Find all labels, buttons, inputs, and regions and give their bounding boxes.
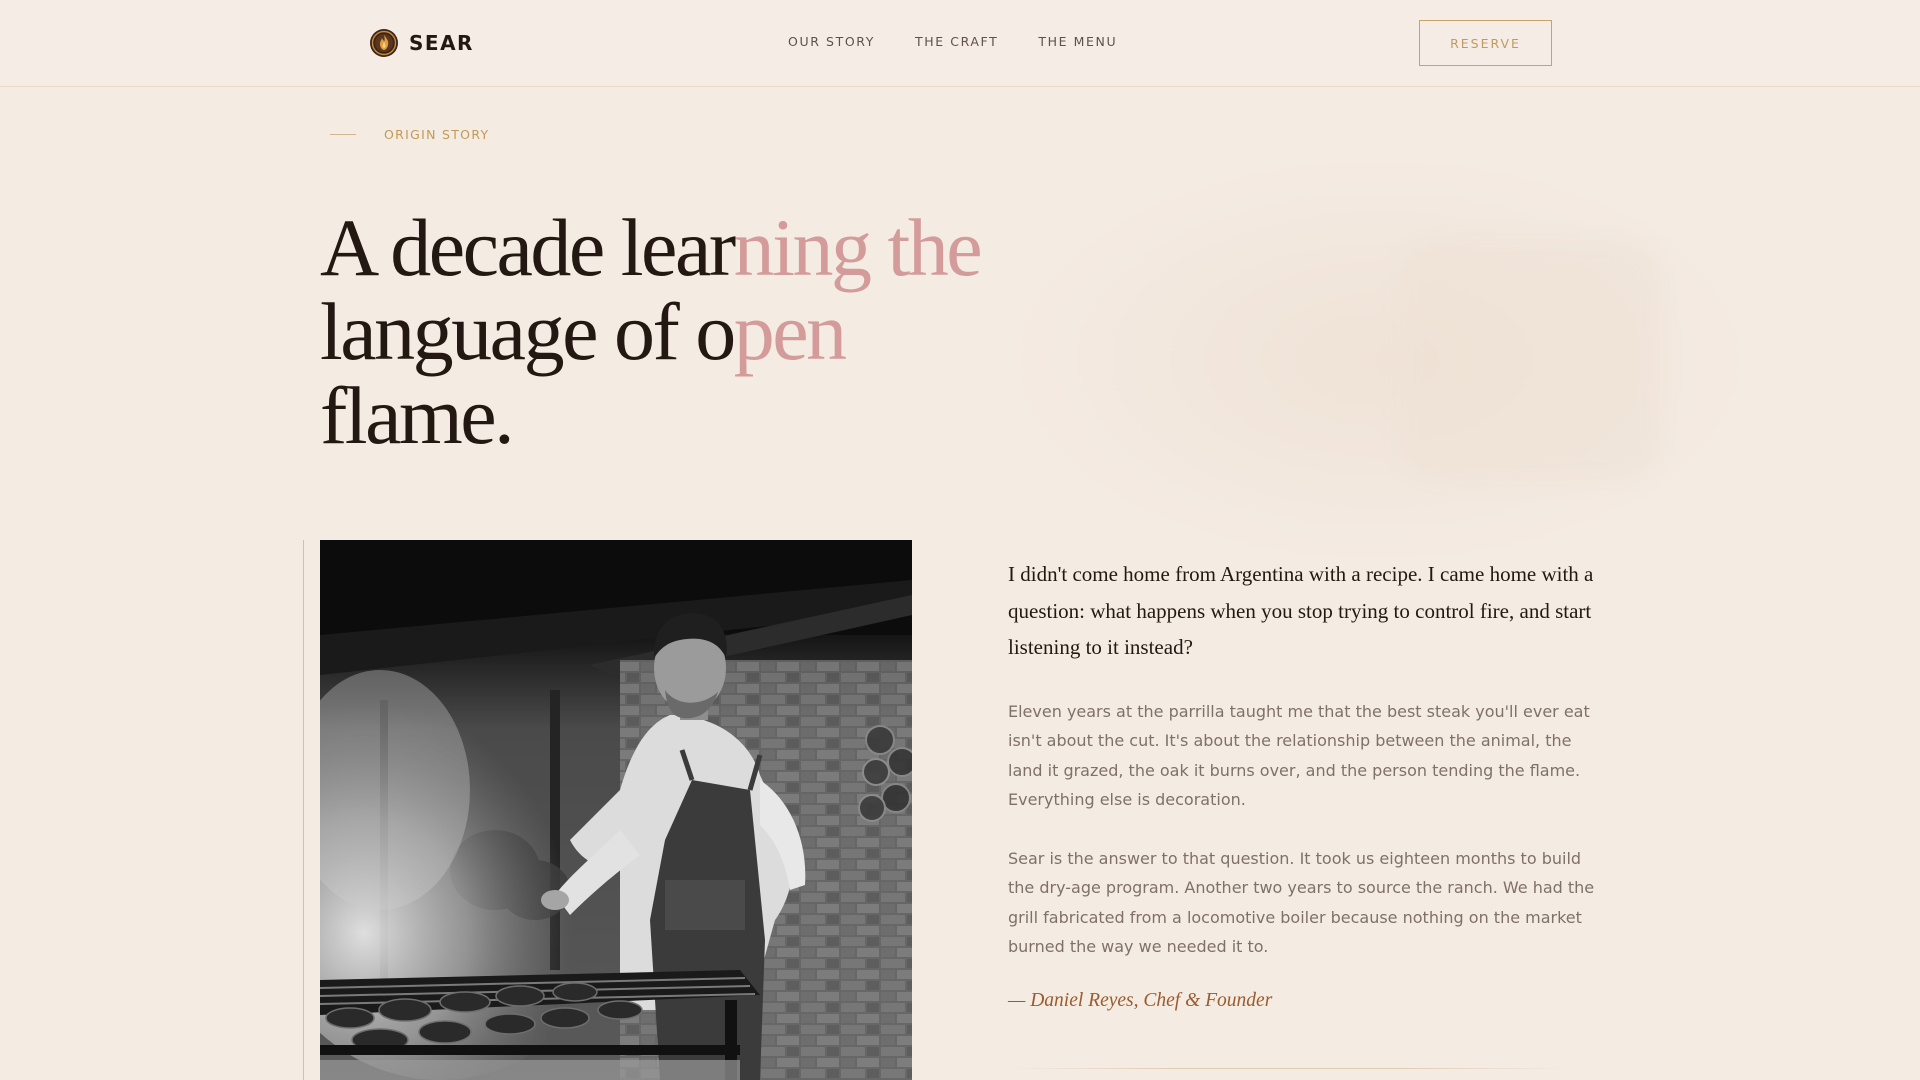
main-nav: OUR STORY THE CRAFT THE MENU xyxy=(788,34,1157,49)
photo-accent-rule xyxy=(303,540,304,1080)
section-eyebrow: ORIGIN STORY xyxy=(330,127,489,142)
headline-text-dark: flame. xyxy=(320,370,515,461)
background-glow xyxy=(1000,150,1760,570)
photo-illustration xyxy=(320,540,912,1080)
background-shape xyxy=(1400,240,1660,480)
page-headline: A decade learning the language of open f… xyxy=(320,206,1080,458)
headline-line-3: flame. xyxy=(320,374,1080,458)
headline-text-light: ning the xyxy=(733,202,983,293)
headline-text-light: pen xyxy=(733,286,847,377)
founder-signature: — Daniel Reyes, Chef & Founder xyxy=(1008,990,1273,1011)
section-divider xyxy=(1008,1068,1568,1069)
story-paragraph-1: Eleven years at the parrilla taught me t… xyxy=(1008,702,1590,809)
nav-link-the-craft[interactable]: THE CRAFT xyxy=(915,34,998,49)
story-paragraph-2: Sear is the answer to that question. It … xyxy=(1008,849,1595,956)
headline-line-2: language of open xyxy=(320,290,1080,374)
nav-link-our-story[interactable]: OUR STORY xyxy=(788,34,875,49)
flame-emblem-icon xyxy=(370,29,398,57)
reserve-button[interactable]: RESERVE xyxy=(1419,20,1552,66)
nav-link-the-menu[interactable]: THE MENU xyxy=(1038,34,1117,49)
chef-grilling-photo xyxy=(320,540,912,1080)
site-header: SEAR OUR STORY THE CRAFT THE MENU RESERV… xyxy=(0,0,1920,87)
brand-name: SEAR xyxy=(409,31,474,55)
brand-logo[interactable]: SEAR xyxy=(369,27,474,59)
eyebrow-divider xyxy=(330,134,356,135)
eyebrow-label: ORIGIN STORY xyxy=(384,127,490,142)
story-lead: I didn't come home from Argentina with a… xyxy=(1008,562,1594,659)
headline-text-dark: language of o xyxy=(320,286,736,377)
headline-text-dark: A decade lear xyxy=(320,202,736,293)
headline-line-1: A decade learning the xyxy=(320,206,1080,290)
